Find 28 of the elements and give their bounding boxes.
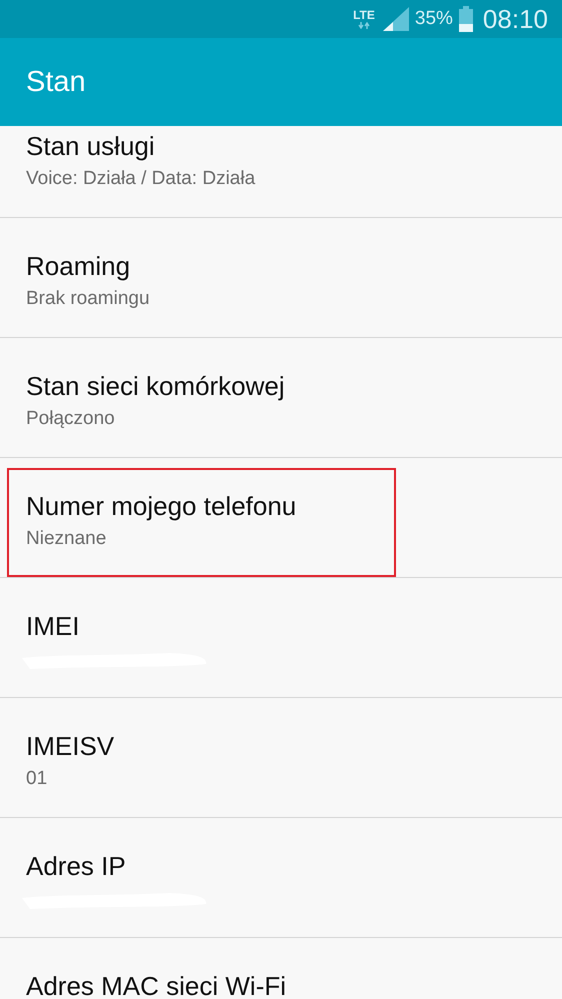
- signal-icon: [382, 7, 409, 31]
- item-value: Brak roamingu: [26, 288, 150, 310]
- settings-item[interactable]: Adres IP: [0, 818, 562, 938]
- battery-icon: [458, 6, 473, 32]
- settings-item[interactable]: Roaming Brak roamingu: [0, 218, 562, 338]
- settings-item[interactable]: Adres MAC sieci Wi-Fi: [0, 938, 562, 999]
- item-title: Roaming: [26, 250, 130, 283]
- settings-item[interactable]: Numer mojego telefonu Nieznane: [0, 458, 562, 578]
- item-title: IMEI: [26, 610, 80, 643]
- item-value: Voice: Działa / Data: Działa: [26, 168, 256, 190]
- item-value: 01: [26, 768, 48, 790]
- item-title: Stan usługi: [26, 130, 155, 163]
- screen-title: Stan: [26, 66, 86, 98]
- settings-item[interactable]: Stan usługi Voice: Działa / Data: Działa: [0, 126, 562, 218]
- item-title: Adres MAC sieci Wi-Fi: [26, 970, 286, 999]
- item-title: IMEISV: [26, 730, 114, 763]
- item-title: Adres IP: [26, 850, 126, 883]
- item-value: Połączono: [26, 408, 115, 430]
- item-title: Numer mojego telefonu: [26, 490, 296, 523]
- settings-item[interactable]: IMEI: [0, 578, 562, 698]
- item-value: Nieznane: [26, 528, 106, 550]
- battery-percent: 35%: [414, 8, 453, 30]
- data-arrows-icon: [358, 22, 370, 29]
- settings-item[interactable]: IMEISV 01: [0, 698, 562, 818]
- network-type: LTE: [353, 9, 375, 22]
- settings-item[interactable]: Stan sieci komórkowej Połączono: [0, 338, 562, 458]
- clock: 08:10: [482, 4, 548, 34]
- item-title: Stan sieci komórkowej: [26, 370, 285, 403]
